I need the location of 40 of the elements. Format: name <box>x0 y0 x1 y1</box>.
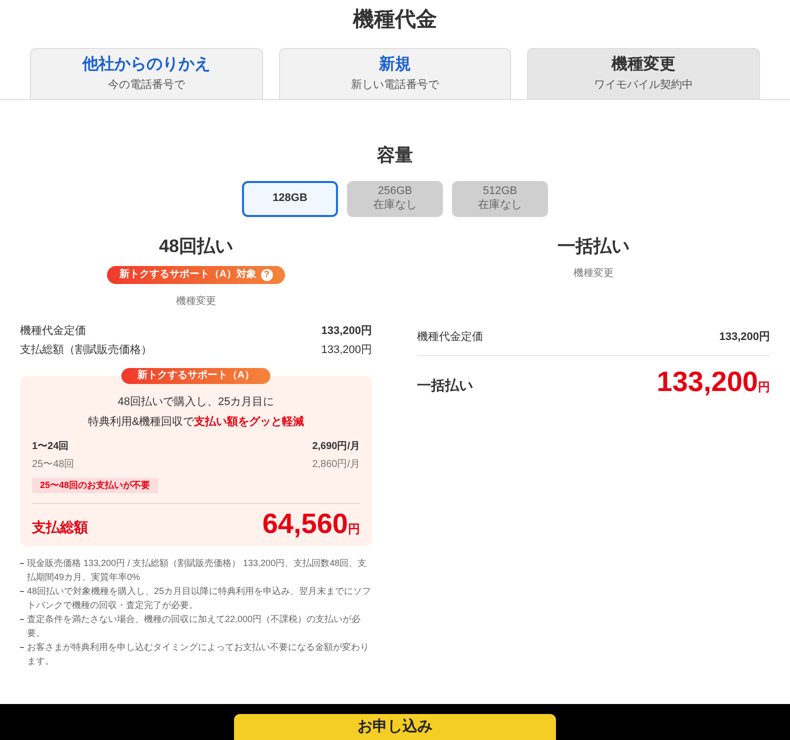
support-text: 48回払いで購入し、25カ月目に <box>118 394 274 410</box>
total-amount: 133,200 <box>656 368 758 396</box>
total-label: 支払総額 <box>32 518 88 537</box>
support-tag: 新トクするサポート（A） <box>121 368 271 384</box>
support-text: 特典利用&機種回収で支払い額をグッと軽減 <box>88 414 304 430</box>
plan-tab[interactable]: 新規 新しい電話番号で <box>278 48 512 98</box>
contract-type: 機種変更 <box>574 266 614 280</box>
page-title: 機種代金 <box>353 7 437 33</box>
footnote: 査定条件を満たさない場合、機種の回収に加えて22,000円（不課税）の支払いが必要。 <box>27 613 362 640</box>
support-badge: 新トクするサポート（A）対象 ? <box>107 266 285 284</box>
price-value: 133,200円 <box>321 343 372 358</box>
section-title: 容量 <box>377 144 413 166</box>
period-label: 1〜24回 <box>32 440 69 454</box>
dash-bullet-icon <box>20 647 24 648</box>
apply-button[interactable]: お申し込み <box>234 714 556 740</box>
price-label: 支払総額（割賦販売価格） <box>20 342 152 358</box>
yen-unit: 円 <box>348 521 360 538</box>
period-price: 2,690円/月 <box>312 440 360 454</box>
total-amount: 64,560 <box>262 510 348 538</box>
price-label: 機種代金定価 <box>20 324 86 338</box>
contract-type: 機種変更 <box>176 294 216 308</box>
period-price: 2,860円/月 <box>312 458 360 472</box>
column-title: 一括払い <box>558 234 630 258</box>
dash-bullet-icon <box>20 619 24 620</box>
yen-unit: 円 <box>758 379 770 396</box>
no-payment-note: 25〜48回のお支払いが不要 <box>32 478 158 493</box>
plan-tab[interactable]: 機種変更 ワイモバイル契約中 <box>527 48 760 98</box>
total-label: 一括払い <box>417 376 473 395</box>
price-value: 133,200円 <box>719 330 770 344</box>
footnote: 48回払いで対象機種を購入し、25カ月目以降に特典利用を申込み、翌月末までにソフトバンクで機種の回収・査定完了が必要。 <box>27 585 372 612</box>
column-title: 48回払い <box>158 234 234 258</box>
capacity-option[interactable]: 128GB <box>242 180 338 216</box>
footnote: お客さまが特典利用を申し込むタイミングによってお支払い不要になる金額が変わります。 <box>27 641 370 668</box>
price-label: 機種代金定価 <box>417 330 483 344</box>
price-value: 133,200円 <box>321 324 372 338</box>
plan-tab[interactable]: 他社からのりかえ 今の電話番号で <box>30 48 263 98</box>
footnote: 現金販売価格 133,200円 / 支払総額（割賦販売価格） 133,200円、支払回数48回、支払期間49カ月、実質年率0% <box>27 557 368 584</box>
dash-bullet-icon <box>20 563 24 564</box>
dash-bullet-icon <box>20 591 24 592</box>
period-label: 25〜48回 <box>32 458 74 472</box>
